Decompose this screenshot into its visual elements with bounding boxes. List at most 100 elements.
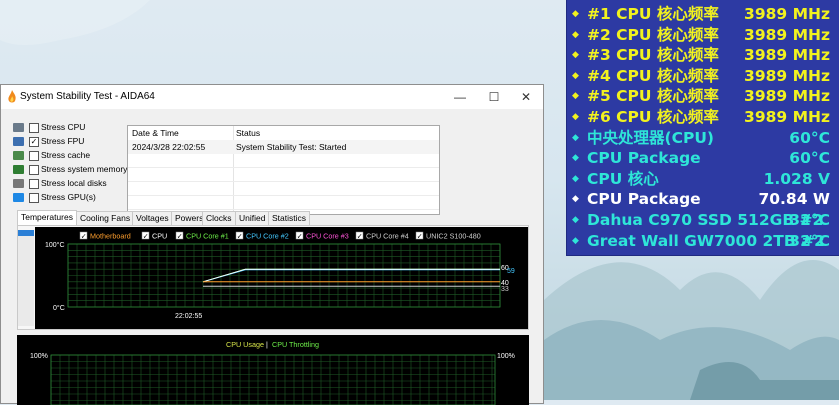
- legend-entry: CPU: [152, 232, 167, 241]
- stress-option[interactable]: Stress system memory: [13, 163, 128, 177]
- osd-label: #4 CPU 核心频率: [587, 66, 719, 85]
- y-axis-top-right-label: 100%: [497, 353, 515, 360]
- osd-label: CPU 核心: [587, 169, 659, 188]
- osd-row: ◆ Dahua C970 SSD 512GB #2 32°C: [567, 210, 839, 230]
- stress-checkbox[interactable]: [29, 193, 39, 203]
- hardware-icon: [13, 137, 24, 146]
- tab-unified[interactable]: Unified: [235, 211, 270, 225]
- tab-temperatures[interactable]: Temperatures: [17, 210, 77, 225]
- stress-label: Stress GPU(s): [41, 192, 96, 202]
- osd-label: Dahua C970 SSD 512GB #2: [587, 211, 824, 229]
- stress-option[interactable]: Stress CPU: [13, 121, 125, 135]
- stress-label: Stress FPU: [41, 136, 85, 146]
- hardware-icon: [13, 123, 24, 132]
- stress-option[interactable]: ✓ Stress FPU: [13, 135, 125, 149]
- stress-option[interactable]: Stress GPU(s): [13, 191, 125, 205]
- osd-row: ◆ CPU Package 60°C: [567, 148, 839, 168]
- osd-row: ◆ #3 CPU 核心频率 3989 MHz: [567, 45, 839, 65]
- osd-row: ◆ 中央处理器(CPU) 60°C: [567, 128, 839, 148]
- stress-option[interactable]: Stress local disks: [13, 177, 125, 191]
- cpu-usage-chart: CPU Usage | CPU Throttling 100% 100%: [30, 340, 515, 405]
- osd-bullet-icon: ◆: [572, 173, 579, 184]
- legend-entry: UNIC2 S100-480: [426, 232, 481, 241]
- right-value-label: 59: [507, 268, 515, 275]
- legend-check-mark: ✓: [417, 233, 423, 241]
- hardware-icon: [13, 151, 24, 160]
- tab-clocks[interactable]: Clocks: [202, 211, 236, 225]
- close-button[interactable]: ✕: [509, 85, 543, 109]
- legend-check-mark: ✓: [177, 233, 183, 241]
- stress-label: Stress system memory: [41, 164, 128, 174]
- window-title: System Stability Test - AIDA64: [20, 91, 155, 102]
- legend-check-mark: ✓: [81, 233, 87, 241]
- table-row[interactable]: 2024/3/28 22:02:55 System Stability Test…: [128, 140, 439, 154]
- hardware-icon: [13, 179, 24, 188]
- stress-checkbox[interactable]: [29, 123, 39, 133]
- y-axis-bottom-label: 0°C: [53, 304, 65, 312]
- aida64-stability-window: System Stability Test - AIDA64 — ☐ ✕ Str…: [0, 84, 544, 405]
- osd-value: 3989 MHz: [744, 5, 830, 23]
- stress-label: Stress cache: [41, 150, 91, 160]
- right-value-label: 33: [501, 286, 509, 293]
- osd-value: 1.028 V: [763, 169, 830, 188]
- osd-label: CPU Package: [587, 149, 701, 168]
- stress-option[interactable]: Stress cache: [13, 149, 125, 163]
- osd-bullet-icon: ◆: [572, 235, 579, 246]
- osd-value: 3989 MHz: [744, 108, 830, 126]
- osd-value: 32°C: [789, 231, 830, 250]
- column-header-status[interactable]: Status: [236, 128, 260, 138]
- osd-label: CPU Package: [587, 190, 701, 209]
- osd-row: ◆ CPU Package 70.84 W: [567, 189, 839, 209]
- osd-value: 3989 MHz: [744, 66, 830, 85]
- title-bar[interactable]: System Stability Test - AIDA64 — ☐ ✕: [1, 85, 543, 109]
- minimize-button[interactable]: —: [443, 85, 477, 109]
- osd-bullet-icon: ◆: [572, 91, 579, 102]
- osd-value: 3989 MHz: [744, 87, 830, 106]
- legend-check-mark: ✓: [357, 233, 363, 241]
- legend-entry: CPU Core #2: [246, 232, 289, 241]
- osd-bullet-icon: ◆: [572, 194, 579, 205]
- column-header-date[interactable]: Date & Time: [132, 128, 179, 138]
- maximize-button[interactable]: ☐: [477, 85, 511, 109]
- log-status: System Stability Test: Started: [236, 142, 347, 152]
- legend-cpu-usage: CPU Usage: [226, 340, 264, 349]
- stress-checkbox[interactable]: [29, 165, 39, 175]
- stress-checkbox[interactable]: [29, 151, 39, 161]
- osd-sensor-panel: ◆ #1 CPU 核心频率 3989 MHz ◆ #2 CPU 核心频率 3989 MHz…: [566, 0, 839, 256]
- y-axis-top-label: 100°C: [45, 241, 65, 249]
- osd-value: 70.84 W: [758, 190, 830, 209]
- stress-label: Stress CPU: [41, 122, 86, 132]
- osd-row: ◆ #2 CPU 核心频率 3989 MHz: [567, 25, 839, 45]
- chart-background: [35, 227, 528, 329]
- legend-entry: CPU Core #3: [306, 232, 349, 241]
- osd-row: ◆ #1 CPU 核心频率 3989 MHz: [567, 4, 839, 24]
- stress-checkbox[interactable]: ✓: [29, 137, 39, 147]
- osd-bullet-icon: ◆: [572, 153, 579, 164]
- legend-separator: |: [266, 340, 268, 349]
- stress-label: Stress local disks: [41, 178, 107, 188]
- hardware-icon: [13, 193, 24, 202]
- log-header: Date & Time Status: [128, 126, 439, 140]
- hardware-icon: [13, 165, 24, 174]
- osd-row: ◆ Great Wall GW7000 2TB #2 32°C: [567, 231, 839, 251]
- osd-bullet-icon: ◆: [572, 50, 579, 61]
- log-date: 2024/3/28 22:02:55: [132, 142, 206, 152]
- legend-entry: CPU Core #4: [366, 232, 409, 241]
- legend-cpu-throttling: CPU Throttling: [272, 340, 319, 349]
- y-axis-top-label: 100%: [30, 353, 48, 360]
- stress-checkbox[interactable]: [29, 179, 39, 189]
- osd-bullet-icon: ◆: [572, 9, 579, 19]
- osd-value: 60°C: [789, 128, 830, 147]
- osd-label: #5 CPU 核心频率: [587, 87, 719, 106]
- aida64-flame-icon: [8, 90, 16, 103]
- osd-row: ◆ #6 CPU 核心频率 3989 MHz: [567, 107, 839, 127]
- osd-label: 中央处理器(CPU): [587, 128, 714, 147]
- tab-cooling-fans[interactable]: Cooling Fans: [76, 211, 135, 225]
- tab-voltages[interactable]: Voltages: [132, 211, 173, 225]
- osd-label: #6 CPU 核心频率: [587, 108, 719, 126]
- tab-statistics[interactable]: Statistics: [268, 211, 311, 225]
- x-axis-time-label: 22:02:55: [175, 313, 202, 320]
- osd-row: ◆ CPU 核心 1.028 V: [567, 169, 839, 189]
- legend-check-mark: ✓: [237, 233, 243, 241]
- osd-label: #1 CPU 核心频率: [587, 5, 719, 23]
